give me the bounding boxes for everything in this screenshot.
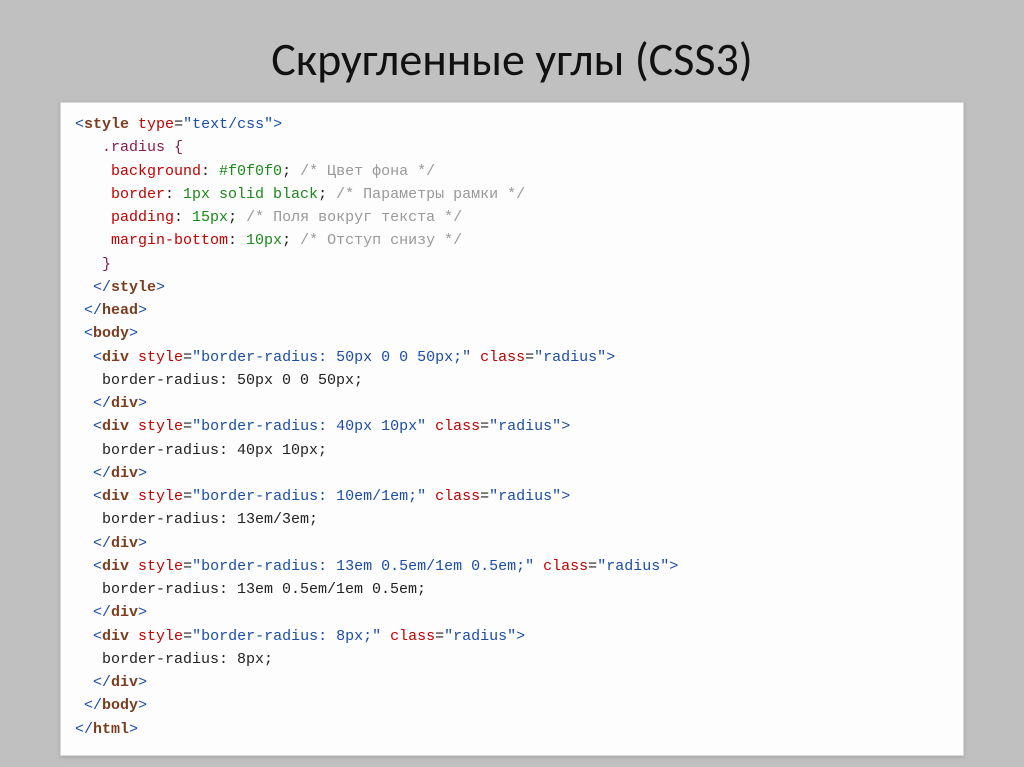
slide-title: Скругленные углы (CSS3) xyxy=(60,32,964,88)
div5-open: <div style="border-radius: 8px;" class="… xyxy=(75,628,525,645)
line-2: .radius { xyxy=(75,139,183,156)
line-8: </style> xyxy=(75,279,165,296)
div5-text: border-radius: 8px; xyxy=(75,651,273,668)
body-end: </body> xyxy=(75,697,147,714)
line-9: </head> xyxy=(75,302,147,319)
div3-text: border-radius: 13em/3em; xyxy=(75,511,318,528)
div1-open: <div style="border-radius: 50px 0 0 50px… xyxy=(75,349,615,366)
div2-text: border-radius: 40px 10px; xyxy=(75,442,327,459)
div3-end: </div> xyxy=(75,535,147,552)
div2-end: </div> xyxy=(75,465,147,482)
line-4: border: 1px solid black; /* Параметры ра… xyxy=(75,186,525,203)
div3-open: <div style="border-radius: 10em/1em;" cl… xyxy=(75,488,570,505)
code-block: <style type="text/css"> .radius { backgr… xyxy=(75,113,949,741)
div4-text: border-radius: 13em 0.5em/1em 0.5em; xyxy=(75,581,426,598)
line-1: <style type="text/css"> xyxy=(75,116,282,133)
div2-open: <div style="border-radius: 40px 10px" cl… xyxy=(75,418,570,435)
line-7: } xyxy=(75,256,111,273)
div1-end: </div> xyxy=(75,395,147,412)
line-5: padding: 15px; /* Поля вокруг текста */ xyxy=(75,209,462,226)
html-end: </html> xyxy=(75,721,138,738)
slide: Скругленные углы (CSS3) <style type="tex… xyxy=(0,0,1024,767)
code-box: <style type="text/css"> .radius { backgr… xyxy=(60,102,964,756)
div5-end: </div> xyxy=(75,674,147,691)
div1-text: border-radius: 50px 0 0 50px; xyxy=(75,372,363,389)
line-10: <body> xyxy=(75,325,138,342)
div4-open: <div style="border-radius: 13em 0.5em/1e… xyxy=(75,558,678,575)
div4-end: </div> xyxy=(75,604,147,621)
line-6: margin-bottom: 10px; /* Отступ снизу */ xyxy=(75,232,462,249)
line-3: background: #f0f0f0; /* Цвет фона */ xyxy=(75,163,435,180)
